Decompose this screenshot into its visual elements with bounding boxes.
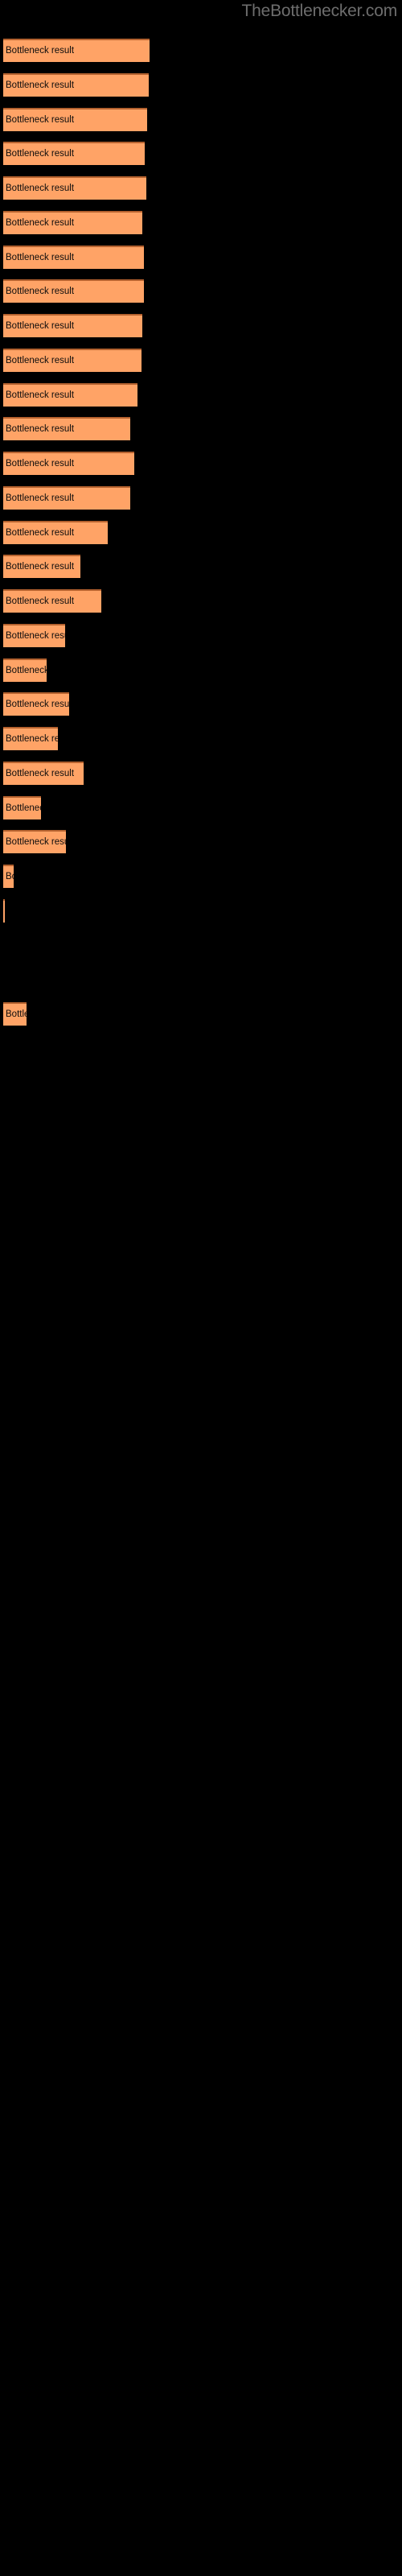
bar [3, 211, 142, 234]
bar [3, 383, 137, 407]
bar [3, 762, 84, 785]
bar [3, 658, 47, 682]
bar [3, 73, 149, 97]
bar [3, 899, 5, 923]
bar [3, 176, 146, 200]
bar [3, 521, 108, 544]
bar [3, 865, 14, 888]
bar [3, 246, 144, 269]
bar [3, 39, 150, 62]
bar [3, 796, 41, 819]
bar [3, 830, 66, 853]
bar [3, 1002, 27, 1026]
bar [3, 555, 80, 578]
bar [3, 142, 145, 165]
bar [3, 349, 142, 372]
bar [3, 452, 134, 475]
bar [3, 692, 69, 716]
bar [3, 314, 142, 337]
bar [3, 417, 130, 440]
bar [3, 108, 147, 131]
bar [3, 486, 130, 510]
bottleneck-bar-chart: TheBottlenecker.com Bottleneck result Bot… [0, 0, 402, 2576]
bar [3, 624, 65, 647]
bars-layer: Bottleneck result Bottleneck result Bottle… [0, 0, 402, 2576]
bar [3, 279, 144, 303]
bar [3, 727, 58, 750]
bar [3, 589, 101, 613]
